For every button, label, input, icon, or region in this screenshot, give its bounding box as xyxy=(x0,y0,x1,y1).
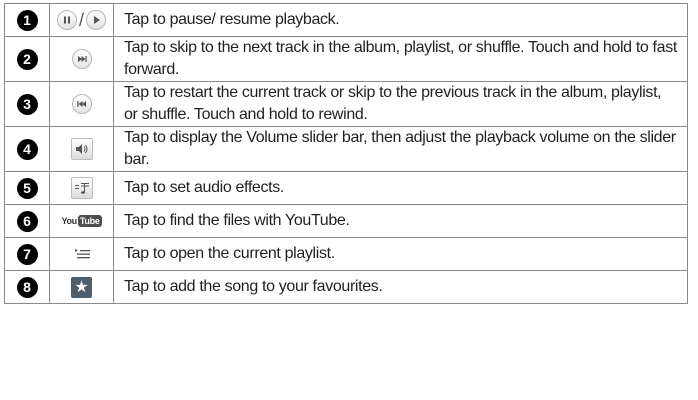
music-controls-table: 1 / Tap to pause/ resume playback. 2 Tap… xyxy=(4,3,688,304)
table-row: 1 / Tap to pause/ resume playback. xyxy=(4,3,688,37)
row-description: Tap to pause/ resume playback. xyxy=(113,3,688,37)
play-icon xyxy=(86,10,106,30)
table-row: 6 You Tube Tap to find the files with You… xyxy=(4,204,688,238)
row-number-badge: 5 xyxy=(16,177,38,199)
row-description: Tap to open the current playlist. xyxy=(113,237,688,271)
row-description: Tap to set audio effects. xyxy=(113,171,688,205)
row-number-cell: 5 xyxy=(4,171,50,205)
table-row: 5 Tap to set audio effects. xyxy=(4,171,688,205)
row-number-badge: 3 xyxy=(16,93,38,115)
row-description: Tap to restart the current track or skip… xyxy=(113,81,688,127)
youtube-you-text: You xyxy=(61,215,77,226)
row-number-badge: 4 xyxy=(16,138,38,160)
youtube-icon: You Tube xyxy=(61,214,102,227)
favourite-star-icon: ★ xyxy=(71,276,92,298)
row-number-cell: 6 xyxy=(4,204,50,238)
row-number-cell: 3 xyxy=(4,81,50,127)
row-number-cell: 1 xyxy=(4,3,50,37)
row-number-badge: 2 xyxy=(16,48,38,70)
table-row: 8 ★ Tap to add the song to your favourit… xyxy=(4,270,688,304)
youtube-tube-text: Tube xyxy=(77,214,102,227)
table-row: 7 Tap to open the current playlist. xyxy=(4,237,688,271)
icon-cell: You Tube xyxy=(49,204,114,238)
table-row: 3 Tap to restart the current track or sk… xyxy=(4,81,688,127)
table-row: 4 Tap to display the Volume slider bar, … xyxy=(4,126,688,172)
audio-effects-icon xyxy=(70,177,93,199)
table-row: 2 Tap to skip to the next track in the a… xyxy=(4,36,688,82)
row-number-badge: 7 xyxy=(16,243,38,265)
previous-track-icon xyxy=(71,94,92,114)
row-number-badge: 1 xyxy=(16,9,38,31)
icon-cell xyxy=(49,81,114,127)
row-number-cell: 2 xyxy=(4,36,50,82)
icon-cell xyxy=(49,171,114,205)
row-number-cell: 7 xyxy=(4,237,50,271)
row-description: Tap to skip to the next track in the alb… xyxy=(113,36,688,82)
row-number-cell: 8 xyxy=(4,270,50,304)
volume-icon xyxy=(70,138,93,160)
next-track-icon xyxy=(71,49,92,69)
slash-separator: / xyxy=(78,9,84,30)
row-number-badge: 8 xyxy=(16,276,38,298)
icon-cell xyxy=(49,237,114,271)
row-description: Tap to find the files with YouTube. xyxy=(113,204,688,238)
row-description: Tap to add the song to your favourites. xyxy=(113,270,688,304)
row-description: Tap to display the Volume slider bar, th… xyxy=(113,126,688,172)
row-number-badge: 6 xyxy=(16,210,38,232)
icon-cell: ★ xyxy=(49,270,114,304)
playlist-icon xyxy=(72,244,92,264)
icon-cell xyxy=(49,36,114,82)
icon-cell xyxy=(49,126,114,172)
icon-cell: / xyxy=(49,3,114,37)
row-number-cell: 4 xyxy=(4,126,50,172)
pause-icon xyxy=(56,10,77,30)
